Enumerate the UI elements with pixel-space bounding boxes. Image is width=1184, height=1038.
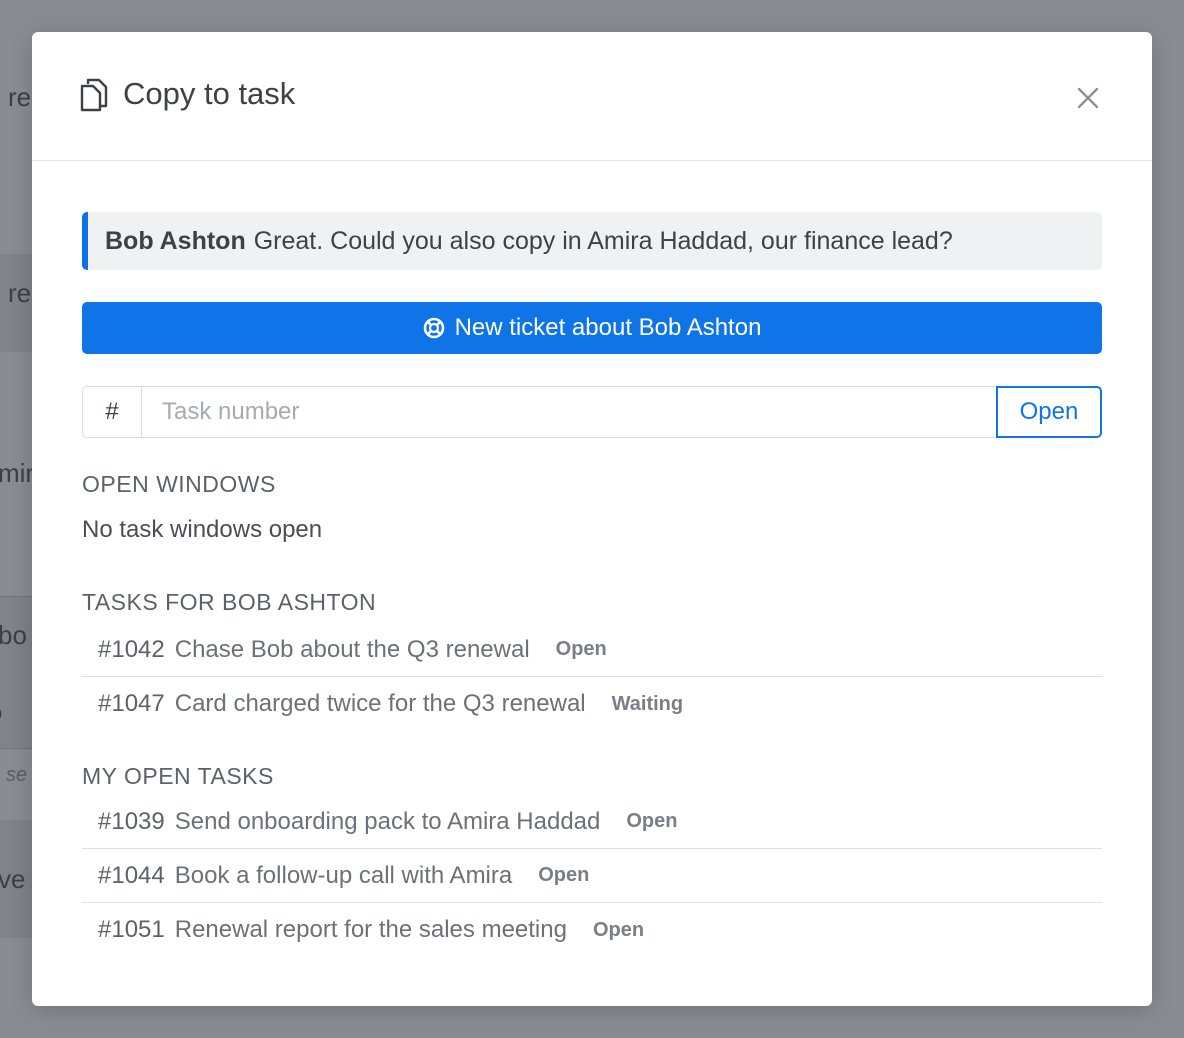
task-number: #1044 [98,861,165,889]
task-number-input[interactable] [141,386,996,438]
task-row[interactable]: #1047 Card charged twice for the Q3 rene… [82,677,1102,731]
my-tasks-heading: MY OPEN TASKS [82,763,274,789]
open-windows-heading: OPEN WINDOWS [82,471,276,497]
lifebuoy-icon [423,317,444,339]
task-row[interactable]: #1039 Send onboarding pack to Amira Hadd… [82,795,1102,849]
hash-prefix: # [82,386,141,438]
new-ticket-button[interactable]: New ticket about Bob Ashton [82,302,1102,354]
task-lookup: # Open [82,386,1102,438]
task-row[interactable]: #1051 Renewal report for the sales meeti… [82,903,1102,957]
contact-task-list: #1042 Chase Bob about the Q3 renewal Ope… [82,623,1102,731]
task-title: Card charged twice for the Q3 renewal [174,690,586,717]
open-task-button[interactable]: Open [996,386,1102,438]
task-number: #1042 [98,635,165,663]
task-row[interactable]: #1044 Book a follow-up call with Amira O… [82,849,1102,903]
copy-to-task-dialog: Copy to task Bob Ashton Great. Could you … [32,32,1152,1006]
close-icon[interactable] [1072,82,1104,114]
task-row[interactable]: #1042 Chase Bob about the Q3 renewal Ope… [82,623,1102,677]
task-title: Send onboarding pack to Amira Haddad [174,807,601,835]
task-status: Open [626,810,678,832]
task-status: Open [538,864,590,886]
open-windows-empty: No task windows open [82,516,323,543]
task-status: Open [555,638,607,660]
quote-text: Great. Could you also copy in Amira Hadd… [253,227,953,255]
quote-author: Bob Ashton [105,227,246,255]
task-title: Book a follow-up call with Amira [174,861,513,889]
task-title: Renewal report for the sales meeting [174,916,567,943]
task-status: Open [592,918,645,941]
quoted-message: Bob Ashton Great. Could you also copy in … [82,212,1102,270]
new-ticket-label: New ticket about Bob Ashton [454,314,762,341]
contact-tasks-heading: TASKS FOR BOB ASHTON [82,589,377,615]
task-number: #1039 [98,807,165,835]
documents-icon [80,78,108,112]
dialog-header: Copy to task [32,32,1152,161]
task-title: Chase Bob about the Q3 renewal [174,635,530,663]
my-task-list: #1039 Send onboarding pack to Amira Hadd… [82,795,1102,957]
task-number: #1047 [98,690,165,717]
task-number: #1051 [98,916,165,943]
task-status: Waiting [611,692,684,715]
dialog-title: Copy to task [123,76,296,111]
